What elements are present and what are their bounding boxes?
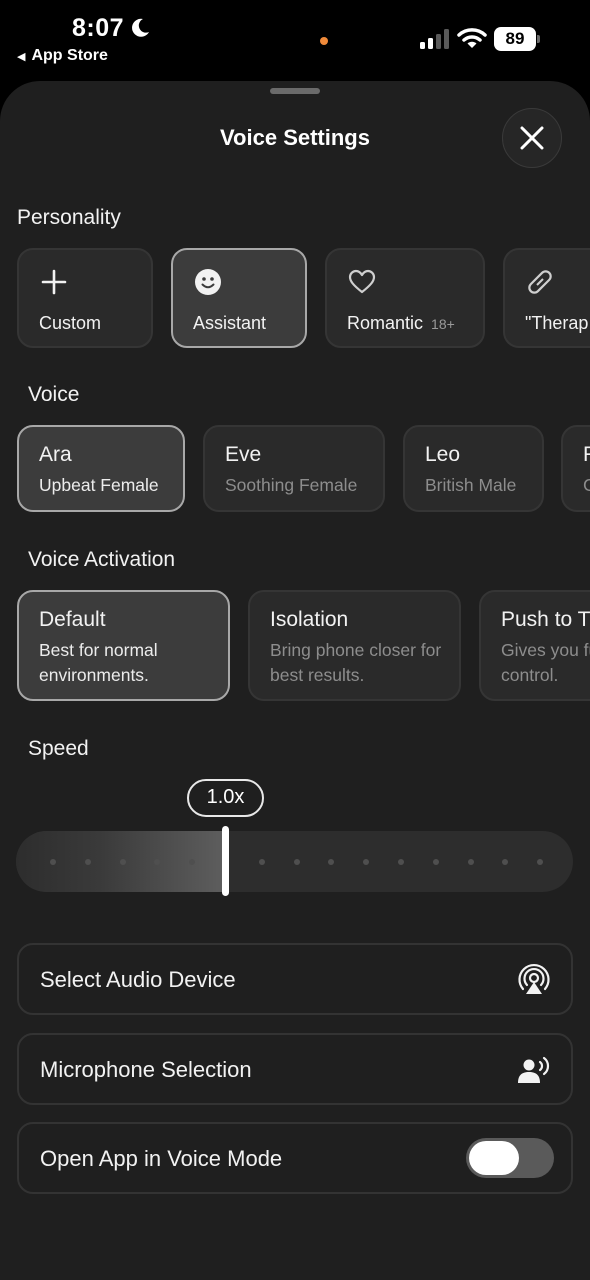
speed-tick-dot (398, 859, 404, 865)
activation-description: Gives you full control. (501, 640, 590, 685)
speed-tick-dot (537, 859, 543, 865)
personality-assistant[interactable]: Assistant (171, 248, 307, 348)
open-in-voice-mode-row: Open App in Voice Mode (17, 1122, 573, 1194)
battery-indicator: 89 (494, 27, 540, 51)
smiley-icon (195, 269, 221, 295)
activation-default[interactable]: Default Best for normal environments. (17, 590, 230, 701)
battery-level: 89 (494, 27, 536, 51)
personality-label-therapist: "Therap (525, 313, 589, 333)
speed-tick-dot (328, 859, 334, 865)
speed-tick-dot (502, 859, 508, 865)
microphone-selection-row[interactable]: Microphone Selection (17, 1033, 573, 1105)
voice-description: Upbeat Female (39, 475, 159, 495)
sheet-grabber[interactable] (270, 88, 320, 94)
back-triangle-icon: ◀ (17, 51, 26, 63)
voice-description: C (583, 475, 590, 495)
speed-tick-dot (468, 859, 474, 865)
personality-label-custom: Custom (39, 313, 102, 333)
screen: 8:07 ◀ App Store 89 Voice Settings Person… (0, 0, 590, 1280)
activation-isolation[interactable]: Isolation Bring phone closer for best re… (248, 590, 461, 701)
select-audio-device-label: Select Audio Device (40, 967, 236, 992)
personality-label: Personality (17, 206, 121, 229)
toggle-knob (469, 1141, 519, 1175)
activation-name: Push to T (501, 608, 590, 631)
activation-name: Default (39, 608, 106, 631)
back-to-app-store[interactable]: ◀ App Store (17, 47, 108, 65)
speed-label: Speed (28, 737, 89, 760)
voice-name: Ara (39, 443, 72, 466)
voice-name: Eve (225, 443, 262, 466)
voice-description: British Male (425, 475, 517, 495)
voice-description: Soothing Female (225, 475, 358, 495)
speed-tick-dot (85, 859, 91, 865)
person-speaking-icon (518, 1056, 550, 1083)
speed-tick-dot (259, 859, 265, 865)
personality-custom[interactable]: Custom (17, 248, 153, 348)
age-badge: 18+ (431, 316, 455, 332)
activation-description: Best for normal environments. (39, 640, 158, 685)
speed-value-pill: 1.0x (187, 779, 264, 817)
voice-eve[interactable]: Eve Soothing Female (203, 425, 385, 512)
open-in-voice-mode-label: Open App in Voice Mode (40, 1146, 283, 1171)
voice-label: Voice (28, 383, 80, 406)
voice-mode-toggle[interactable] (466, 1138, 554, 1178)
voice-partial[interactable]: R C (561, 425, 590, 512)
personality-therapist[interactable]: "Therap (503, 248, 590, 348)
select-audio-device-row[interactable]: Select Audio Device (17, 943, 573, 1015)
speed-tick-dot (154, 859, 160, 865)
voice-name: Leo (425, 443, 461, 466)
microphone-selection-label: Microphone Selection (40, 1057, 252, 1082)
speed-tick-dot (189, 859, 195, 865)
personality-label-assistant: Assistant (193, 313, 267, 333)
cellular-signal-icon (420, 29, 449, 49)
back-app-label: App Store (31, 47, 108, 64)
activation-push-to-talk[interactable]: Push to T Gives you full control. (479, 590, 590, 701)
voice-ara[interactable]: Ara Upbeat Female (17, 425, 185, 512)
voice-activation-label: Voice Activation (28, 548, 176, 571)
voice-name: R (583, 443, 590, 467)
heart-icon (348, 269, 376, 294)
moon-icon (132, 18, 149, 37)
activation-description: Bring phone closer for best results. (270, 640, 442, 685)
speed-tick-dot (294, 859, 300, 865)
speed-slider-handle[interactable] (222, 826, 229, 896)
battery-nub (537, 35, 540, 43)
bandage-icon (528, 270, 552, 294)
status-time: 8:07 (72, 14, 125, 42)
speed-tick-dot (433, 859, 439, 865)
activation-name: Isolation (270, 608, 349, 631)
personality-label-romantic: Romantic 18+ (347, 313, 455, 334)
airplay-audio-icon (518, 964, 550, 994)
close-icon (520, 126, 544, 150)
personality-romantic[interactable]: Romantic 18+ (325, 248, 485, 348)
voice-leo[interactable]: Leo British Male (403, 425, 544, 512)
wifi-icon (457, 28, 487, 48)
speed-tick-dot (120, 859, 126, 865)
speed-tick-dot (50, 859, 56, 865)
romantic-name: Romantic (347, 313, 424, 333)
close-button[interactable] (502, 108, 562, 168)
speed-slider-track[interactable] (16, 831, 573, 892)
privacy-indicator-dot (320, 37, 328, 45)
speed-tick-dot (363, 859, 369, 865)
plus-icon (41, 269, 67, 295)
